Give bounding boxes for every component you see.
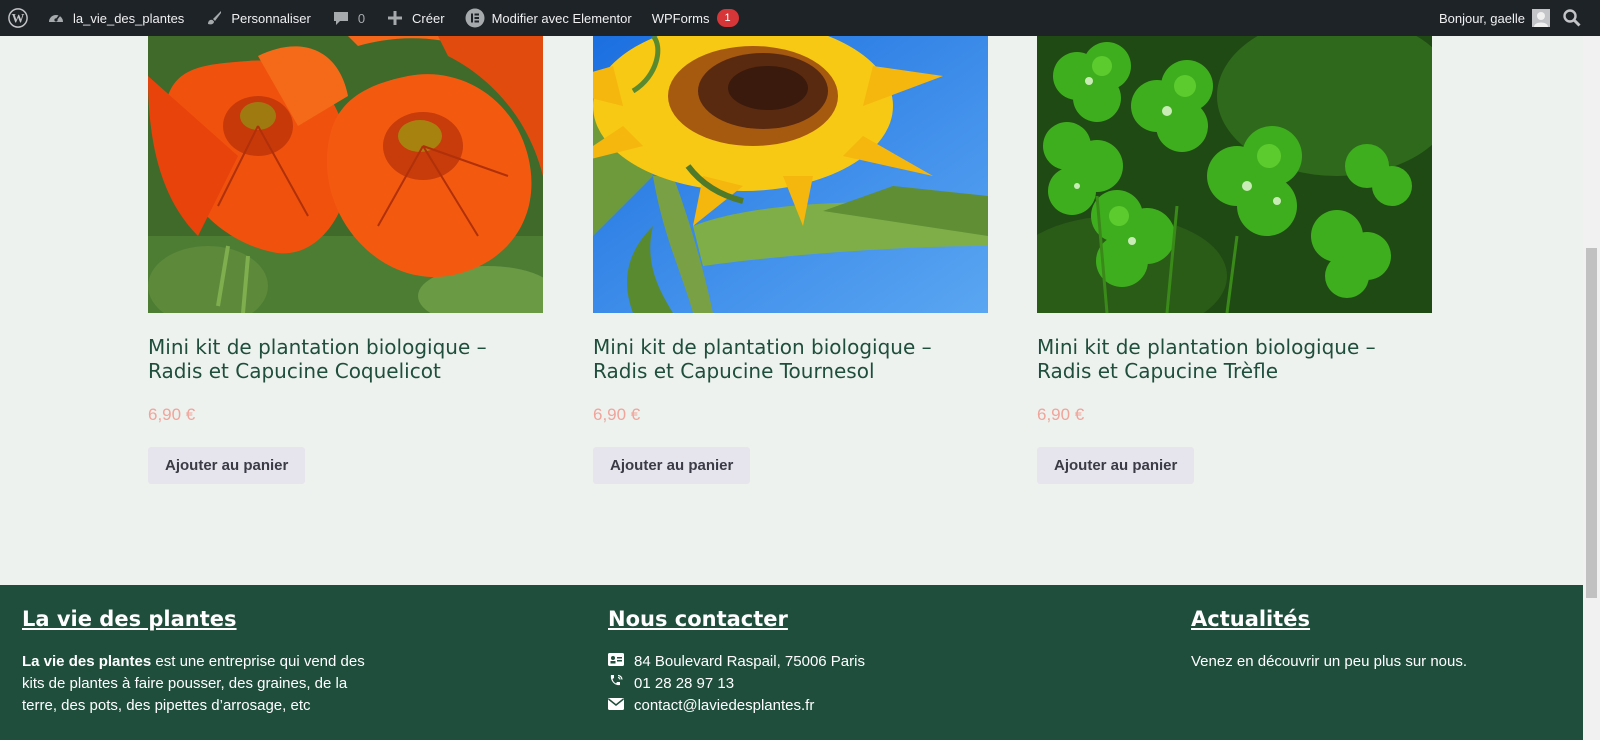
add-to-cart-button[interactable]: Ajouter au panier	[148, 447, 306, 484]
add-to-cart-button[interactable]: Ajouter au panier	[1037, 447, 1195, 484]
contact-email[interactable]: contact@laviedesplantes.fr	[608, 695, 968, 717]
add-to-cart-button[interactable]: Ajouter au panier	[593, 447, 751, 484]
wpforms-notification-badge: 1	[716, 9, 739, 27]
comments-count: 0	[357, 10, 366, 26]
product-card: Mini kit de plantation biologique – Radi…	[593, 36, 988, 484]
footer-news-column: Actualités Venez en découvrir un peu plu…	[1191, 585, 1571, 673]
product-title-line1: Mini kit de plantation biologique –	[593, 335, 932, 359]
footer-news-heading[interactable]: Actualités	[1191, 607, 1571, 631]
footer-brand-name: La vie des plantes	[22, 653, 152, 670]
plus-icon	[385, 8, 405, 28]
paintbrush-icon	[204, 8, 224, 28]
product-price: 6,90 €	[593, 405, 641, 424]
search-icon[interactable]	[1562, 8, 1582, 31]
product-image-sunflower[interactable]	[593, 36, 988, 313]
product-title-line2: Radis et Capucine Trèfle	[1037, 359, 1278, 383]
product-title[interactable]: Mini kit de plantation biologique – Radi…	[593, 335, 988, 383]
product-price: 6,90 €	[148, 405, 196, 424]
product-image-clover[interactable]	[1037, 36, 1432, 313]
greeting-label: Bonjour, gaelle	[1438, 10, 1525, 26]
dashboard-icon	[46, 8, 66, 28]
contact-address: 84 Boulevard Raspail, 75006 Paris	[608, 651, 968, 673]
footer-about-text: La vie des plantes est une entreprise qu…	[22, 651, 422, 717]
elementor-label: Modifier avec Elementor	[491, 10, 632, 26]
product-title-line1: Mini kit de plantation biologique –	[1037, 335, 1376, 359]
contact-phone[interactable]: 01 28 28 97 13	[608, 673, 968, 695]
product-price: 6,90 €	[1037, 405, 1085, 424]
product-title-line1: Mini kit de plantation biologique –	[148, 335, 487, 359]
contact-phone-text: 01 28 28 97 13	[634, 675, 735, 692]
scrollbar-thumb[interactable]	[1586, 248, 1597, 598]
product-title[interactable]: Mini kit de plantation biologique – Radi…	[148, 335, 543, 383]
product-title-line2: Radis et Capucine Coquelicot	[148, 359, 441, 383]
elementor-icon	[465, 8, 485, 28]
new-label: Créer	[412, 10, 445, 26]
footer-about-line2: kits de plantes à faire pousser, des gra…	[22, 675, 348, 692]
product-image-nasturtium[interactable]	[148, 36, 543, 313]
phone-icon	[608, 673, 624, 695]
footer-about-column: La vie des plantes La vie des plantes es…	[22, 585, 422, 717]
svg-text:W: W	[12, 12, 25, 26]
wordpress-logo-menu[interactable]: W	[0, 0, 36, 36]
wpforms-menu[interactable]: WPForms 1	[642, 0, 749, 36]
footer-news-text: Venez en découvrir un peu plus sur nous.	[1191, 653, 1468, 670]
avatar	[1532, 9, 1550, 27]
footer-about-line3: terre, des pots, des pipettes d’arrosage…	[22, 697, 311, 714]
site-name-menu[interactable]: la_vie_des_plantes	[36, 0, 194, 36]
admin-bar: W la_vie_des_plantes Personnaliser 0 Cré…	[0, 0, 1600, 36]
site-footer: La vie des plantes La vie des plantes es…	[0, 585, 1583, 740]
footer-contact-heading[interactable]: Nous contacter	[608, 607, 968, 631]
contact-email-text: contact@laviedesplantes.fr	[634, 697, 815, 714]
new-content-menu[interactable]: Créer	[375, 0, 455, 36]
wpforms-label: WPForms	[651, 10, 710, 26]
elementor-edit-menu[interactable]: Modifier avec Elementor	[455, 0, 642, 36]
footer-about-heading[interactable]: La vie des plantes	[22, 607, 422, 631]
footer-contact-column: Nous contacter 84 Boulevard Raspail, 750…	[608, 585, 968, 717]
contact-address-text: 84 Boulevard Raspail, 75006 Paris	[634, 653, 865, 670]
envelope-icon	[608, 695, 624, 717]
product-title-line2: Radis et Capucine Tournesol	[593, 359, 875, 383]
product-card: Mini kit de plantation biologique – Radi…	[1037, 36, 1432, 484]
site-name-label: la_vie_des_plantes	[73, 10, 185, 26]
product-title[interactable]: Mini kit de plantation biologique – Radi…	[1037, 335, 1432, 383]
product-card: Mini kit de plantation biologique – Radi…	[148, 36, 543, 484]
account-menu[interactable]: Bonjour, gaelle	[1429, 0, 1560, 36]
wordpress-icon: W	[8, 8, 28, 28]
comments-menu[interactable]: 0	[321, 0, 375, 36]
address-card-icon	[608, 651, 624, 673]
customize-menu[interactable]: Personnaliser	[194, 0, 321, 36]
comment-bubble-icon	[331, 8, 351, 28]
footer-about-line1: est une entreprise qui vend des	[151, 653, 365, 670]
customize-label: Personnaliser	[231, 10, 311, 26]
